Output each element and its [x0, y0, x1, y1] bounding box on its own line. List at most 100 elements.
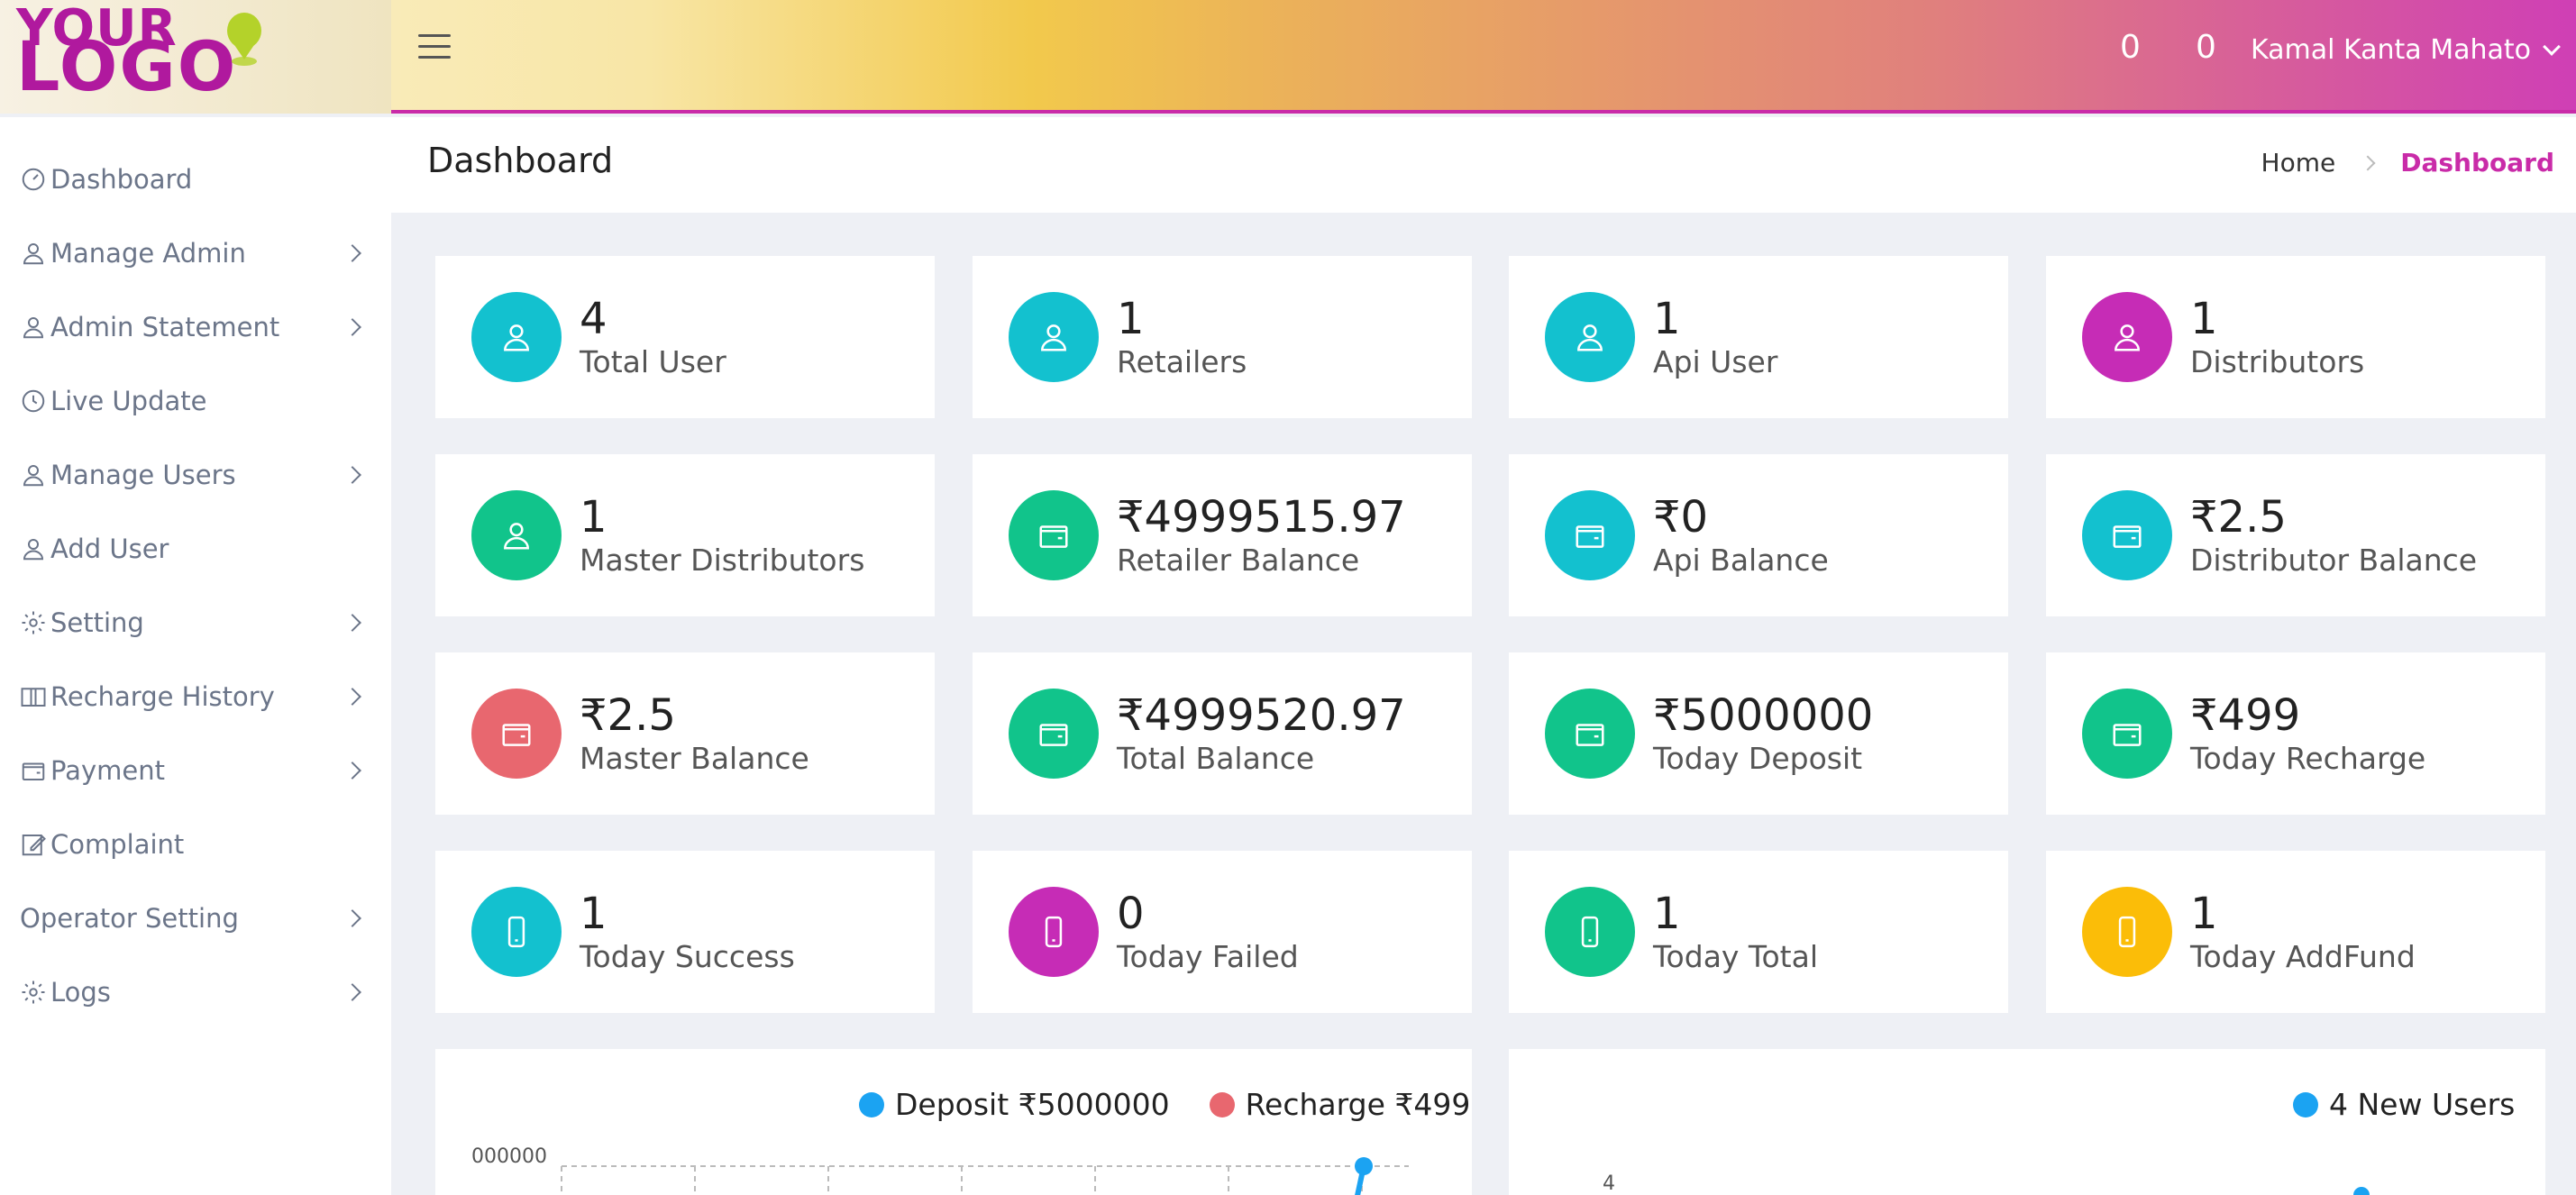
stat-label: Api Balance: [1653, 543, 1829, 578]
phone-icon: [1545, 887, 1635, 977]
chevron-right-icon: [343, 244, 361, 262]
wallet-icon: [1009, 689, 1099, 779]
stat-card-total-user[interactable]: 4 Total User: [435, 256, 935, 418]
stat-value: ₹499: [2190, 690, 2301, 741]
gear-icon: [20, 609, 47, 636]
breadcrumb-home-link[interactable]: Home: [2261, 148, 2336, 178]
logo-pin-icon: [227, 13, 261, 66]
stat-label: Distributors: [2190, 344, 2365, 379]
stat-card-total-balance[interactable]: ₹4999520.97 Total Balance: [973, 652, 1472, 815]
stat-label: Retailers: [1117, 344, 1247, 379]
sidebar-item-logs[interactable]: Logs: [20, 970, 371, 1015]
stat-card-today-recharge[interactable]: ₹499 Today Recharge: [2046, 652, 2545, 815]
sidebar-item-label: Add User: [50, 534, 169, 564]
chart-plot: 4: [1603, 1172, 2370, 1195]
stat-card-today-total[interactable]: 1 Today Total: [1509, 851, 2008, 1013]
sidebar-item-operator-setting[interactable]: Operator Setting: [20, 896, 371, 941]
sidebar-item-live-update[interactable]: Live Update: [20, 379, 371, 424]
menu-toggle-button[interactable]: [418, 34, 451, 61]
stat-card-api-user[interactable]: 1 Api User: [1509, 256, 2008, 418]
user-icon: [471, 292, 562, 382]
stat-value: ₹4999520.97: [1117, 690, 1406, 741]
user-icon: [20, 240, 47, 267]
stat-value: 0: [1117, 889, 1145, 939]
stat-card-today-failed[interactable]: 0 Today Failed: [973, 851, 1472, 1013]
stat-label: Retailer Balance: [1117, 543, 1360, 578]
stat-label: Today Total: [1653, 939, 1818, 974]
stat-label: Today Deposit: [1653, 741, 1863, 776]
y-tick-label: 000000: [471, 1145, 547, 1168]
vertical-grid: [561, 1166, 1363, 1195]
stat-label: Today AddFund: [2190, 939, 2416, 974]
stat-card-retailers[interactable]: 1 Retailers: [973, 256, 1472, 418]
sidebar-item-label: Admin Statement: [50, 312, 280, 342]
stat-label: Distributor Balance: [2190, 543, 2478, 578]
sidebar-item-payment[interactable]: Payment: [20, 748, 371, 793]
chevron-right-icon: [343, 909, 361, 927]
message-count[interactable]: 0: [2196, 29, 2216, 66]
top-header: YOUR LOGO 0 0 Kamal Kanta Mahato: [0, 0, 2576, 114]
stat-card-retailer-balance[interactable]: ₹4999515.97 Retailer Balance: [973, 454, 1472, 616]
stat-value: ₹0: [1653, 492, 1709, 543]
stat-label: Today Success: [580, 939, 795, 974]
stat-card-api-balance[interactable]: ₹0 Api Balance: [1509, 454, 2008, 616]
user-icon: [1545, 292, 1635, 382]
breadcrumb: Home Dashboard: [2261, 148, 2554, 178]
sidebar-item-label: Setting: [50, 607, 144, 638]
sidebar-item-label: Manage Users: [50, 460, 236, 490]
sidebar-item-recharge-history[interactable]: Recharge History: [20, 674, 371, 719]
stat-value: 1: [1117, 294, 1145, 344]
sidebar-item-setting[interactable]: Setting: [20, 600, 371, 645]
sidebar-item-label: Manage Admin: [50, 238, 246, 269]
stat-value: ₹2.5: [2190, 492, 2287, 543]
user-icon: [2082, 292, 2172, 382]
sidebar: Dashboard Manage Admin Admin Statement Live…: [0, 117, 391, 1195]
stat-card-master-balance[interactable]: ₹2.5 Master Balance: [435, 652, 935, 815]
book-icon: [20, 683, 47, 710]
sidebar-item-manage-users[interactable]: Manage Users: [20, 452, 371, 497]
edit-icon: [20, 831, 47, 858]
wallet-icon: [2082, 490, 2172, 580]
wallet-icon: [1545, 490, 1635, 580]
stat-card-today-addfund[interactable]: 1 Today AddFund: [2046, 851, 2545, 1013]
sidebar-item-label: Payment: [50, 755, 165, 786]
notification-count[interactable]: 0: [2120, 29, 2141, 66]
stat-value: ₹5000000: [1653, 690, 1874, 741]
sidebar-item-label: Dashboard: [50, 164, 193, 195]
wallet-icon: [1545, 689, 1635, 779]
sidebar-item-label: Operator Setting: [20, 903, 239, 934]
wallet-icon: [2082, 689, 2172, 779]
stat-value: 1: [1653, 889, 1681, 939]
sidebar-item-dashboard[interactable]: Dashboard: [20, 157, 371, 202]
sidebar-item-admin-statement[interactable]: Admin Statement: [20, 305, 371, 350]
sidebar-item-label: Recharge History: [50, 681, 275, 712]
sidebar-item-add-user[interactable]: Add User: [20, 526, 371, 571]
user-icon: [1009, 292, 1099, 382]
logo[interactable]: YOUR LOGO: [0, 0, 391, 114]
sidebar-item-label: Logs: [50, 977, 111, 1008]
stat-value: 1: [580, 492, 607, 543]
stat-label: Api User: [1653, 344, 1778, 379]
stat-value: 1: [2190, 294, 2218, 344]
stat-value: ₹4999515.97: [1117, 492, 1406, 543]
chevron-right-icon: [343, 614, 361, 632]
sidebar-item-manage-admin[interactable]: Manage Admin: [20, 231, 371, 276]
stat-card-today-deposit[interactable]: ₹5000000 Today Deposit: [1509, 652, 2008, 815]
chevron-down-icon: [2543, 37, 2561, 56]
wallet-icon: [1009, 490, 1099, 580]
user-icon: [471, 490, 562, 580]
phone-icon: [1009, 887, 1099, 977]
user-menu[interactable]: Kamal Kanta Mahato: [2251, 34, 2561, 66]
stat-value: ₹2.5: [580, 690, 676, 741]
stat-card-master-distributors[interactable]: 1 Master Distributors: [435, 454, 935, 616]
stat-card-distributors[interactable]: 1 Distributors: [2046, 256, 2545, 418]
sidebar-item-complaint[interactable]: Complaint: [20, 822, 371, 867]
stat-card-today-success[interactable]: 1 Today Success: [435, 851, 935, 1013]
chart-plot: 000000: [471, 1145, 1409, 1195]
user-icon: [20, 461, 47, 488]
stat-card-distributor-balance[interactable]: ₹2.5 Distributor Balance: [2046, 454, 2545, 616]
phone-icon: [2082, 887, 2172, 977]
chevron-right-icon: [343, 762, 361, 780]
clock-icon: [20, 388, 47, 415]
deposit-recharge-chart: Deposit ₹5000000 Recharge ₹499 000000: [435, 1049, 1472, 1195]
